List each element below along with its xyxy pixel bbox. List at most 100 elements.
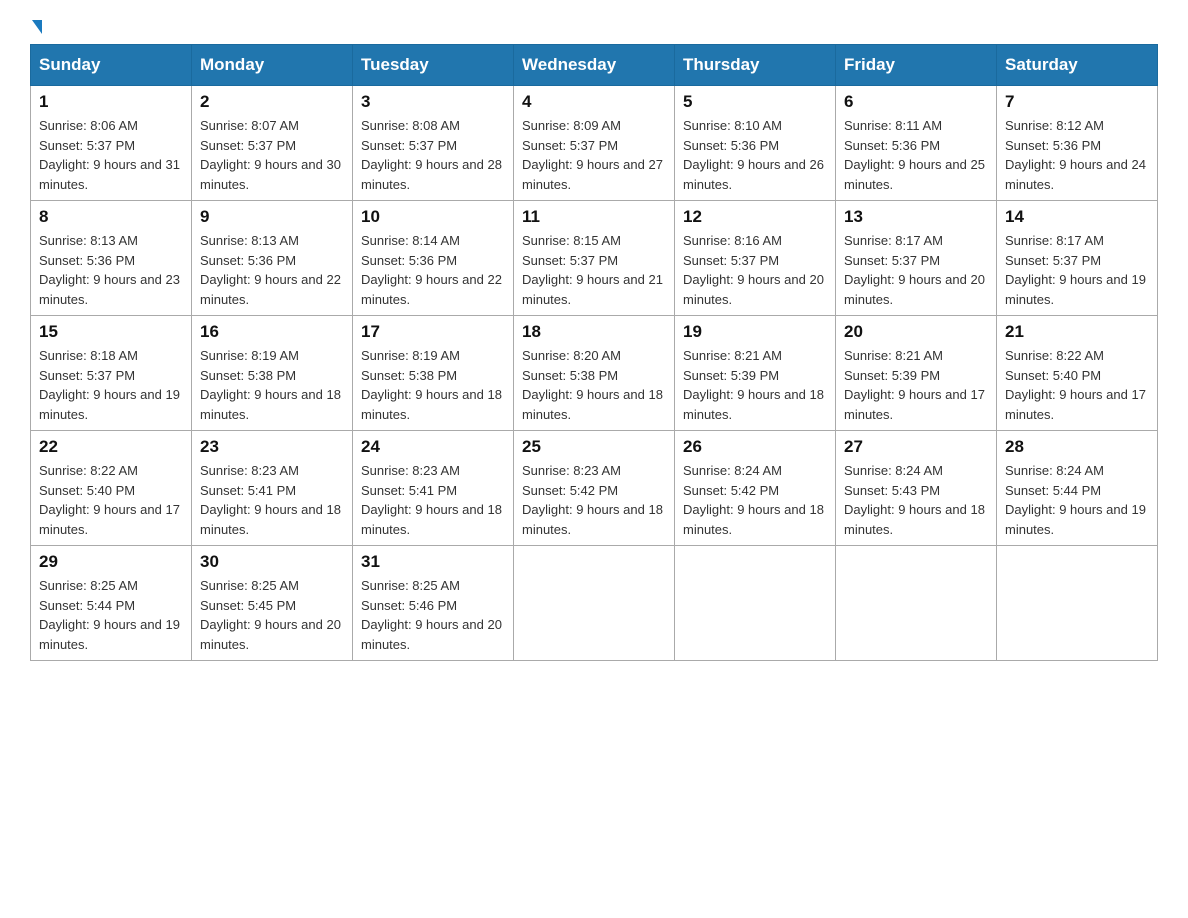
weekday-header-monday: Monday xyxy=(192,45,353,86)
day-info: Sunrise: 8:06 AMSunset: 5:37 PMDaylight:… xyxy=(39,118,180,192)
calendar-cell: 5 Sunrise: 8:10 AMSunset: 5:36 PMDayligh… xyxy=(675,86,836,201)
day-info: Sunrise: 8:17 AMSunset: 5:37 PMDaylight:… xyxy=(1005,233,1146,307)
day-number: 16 xyxy=(200,322,344,342)
day-number: 26 xyxy=(683,437,827,457)
calendar-cell xyxy=(997,546,1158,661)
day-number: 4 xyxy=(522,92,666,112)
calendar-week-4: 22 Sunrise: 8:22 AMSunset: 5:40 PMDaylig… xyxy=(31,431,1158,546)
calendar-cell xyxy=(514,546,675,661)
day-number: 29 xyxy=(39,552,183,572)
logo xyxy=(30,20,42,34)
calendar-cell: 18 Sunrise: 8:20 AMSunset: 5:38 PMDaylig… xyxy=(514,316,675,431)
day-info: Sunrise: 8:20 AMSunset: 5:38 PMDaylight:… xyxy=(522,348,663,422)
weekday-header-wednesday: Wednesday xyxy=(514,45,675,86)
day-number: 15 xyxy=(39,322,183,342)
calendar-cell: 19 Sunrise: 8:21 AMSunset: 5:39 PMDaylig… xyxy=(675,316,836,431)
calendar-cell: 2 Sunrise: 8:07 AMSunset: 5:37 PMDayligh… xyxy=(192,86,353,201)
calendar-cell: 3 Sunrise: 8:08 AMSunset: 5:37 PMDayligh… xyxy=(353,86,514,201)
day-number: 8 xyxy=(39,207,183,227)
calendar-cell: 11 Sunrise: 8:15 AMSunset: 5:37 PMDaylig… xyxy=(514,201,675,316)
day-info: Sunrise: 8:15 AMSunset: 5:37 PMDaylight:… xyxy=(522,233,663,307)
day-info: Sunrise: 8:24 AMSunset: 5:42 PMDaylight:… xyxy=(683,463,824,537)
calendar-cell: 24 Sunrise: 8:23 AMSunset: 5:41 PMDaylig… xyxy=(353,431,514,546)
calendar-week-2: 8 Sunrise: 8:13 AMSunset: 5:36 PMDayligh… xyxy=(31,201,1158,316)
day-number: 21 xyxy=(1005,322,1149,342)
day-info: Sunrise: 8:11 AMSunset: 5:36 PMDaylight:… xyxy=(844,118,985,192)
calendar-header: SundayMondayTuesdayWednesdayThursdayFrid… xyxy=(31,45,1158,86)
calendar-cell xyxy=(675,546,836,661)
calendar-cell: 23 Sunrise: 8:23 AMSunset: 5:41 PMDaylig… xyxy=(192,431,353,546)
page-header xyxy=(30,20,1158,34)
day-info: Sunrise: 8:07 AMSunset: 5:37 PMDaylight:… xyxy=(200,118,341,192)
calendar-cell: 7 Sunrise: 8:12 AMSunset: 5:36 PMDayligh… xyxy=(997,86,1158,201)
calendar-cell: 20 Sunrise: 8:21 AMSunset: 5:39 PMDaylig… xyxy=(836,316,997,431)
day-info: Sunrise: 8:12 AMSunset: 5:36 PMDaylight:… xyxy=(1005,118,1146,192)
calendar-cell: 26 Sunrise: 8:24 AMSunset: 5:42 PMDaylig… xyxy=(675,431,836,546)
day-info: Sunrise: 8:17 AMSunset: 5:37 PMDaylight:… xyxy=(844,233,985,307)
weekday-header-saturday: Saturday xyxy=(997,45,1158,86)
calendar-cell: 25 Sunrise: 8:23 AMSunset: 5:42 PMDaylig… xyxy=(514,431,675,546)
day-number: 19 xyxy=(683,322,827,342)
calendar-cell: 12 Sunrise: 8:16 AMSunset: 5:37 PMDaylig… xyxy=(675,201,836,316)
day-info: Sunrise: 8:22 AMSunset: 5:40 PMDaylight:… xyxy=(1005,348,1146,422)
calendar-cell: 17 Sunrise: 8:19 AMSunset: 5:38 PMDaylig… xyxy=(353,316,514,431)
day-number: 20 xyxy=(844,322,988,342)
weekday-header-friday: Friday xyxy=(836,45,997,86)
calendar-cell: 21 Sunrise: 8:22 AMSunset: 5:40 PMDaylig… xyxy=(997,316,1158,431)
day-number: 12 xyxy=(683,207,827,227)
calendar-table: SundayMondayTuesdayWednesdayThursdayFrid… xyxy=(30,44,1158,661)
calendar-cell: 9 Sunrise: 8:13 AMSunset: 5:36 PMDayligh… xyxy=(192,201,353,316)
day-number: 9 xyxy=(200,207,344,227)
day-info: Sunrise: 8:25 AMSunset: 5:44 PMDaylight:… xyxy=(39,578,180,652)
calendar-cell: 29 Sunrise: 8:25 AMSunset: 5:44 PMDaylig… xyxy=(31,546,192,661)
day-info: Sunrise: 8:19 AMSunset: 5:38 PMDaylight:… xyxy=(361,348,502,422)
calendar-week-3: 15 Sunrise: 8:18 AMSunset: 5:37 PMDaylig… xyxy=(31,316,1158,431)
day-info: Sunrise: 8:16 AMSunset: 5:37 PMDaylight:… xyxy=(683,233,824,307)
calendar-week-1: 1 Sunrise: 8:06 AMSunset: 5:37 PMDayligh… xyxy=(31,86,1158,201)
day-number: 28 xyxy=(1005,437,1149,457)
calendar-cell: 1 Sunrise: 8:06 AMSunset: 5:37 PMDayligh… xyxy=(31,86,192,201)
weekday-header-tuesday: Tuesday xyxy=(353,45,514,86)
calendar-cell: 6 Sunrise: 8:11 AMSunset: 5:36 PMDayligh… xyxy=(836,86,997,201)
day-number: 5 xyxy=(683,92,827,112)
day-info: Sunrise: 8:09 AMSunset: 5:37 PMDaylight:… xyxy=(522,118,663,192)
day-number: 6 xyxy=(844,92,988,112)
calendar-cell: 31 Sunrise: 8:25 AMSunset: 5:46 PMDaylig… xyxy=(353,546,514,661)
calendar-cell: 27 Sunrise: 8:24 AMSunset: 5:43 PMDaylig… xyxy=(836,431,997,546)
day-number: 27 xyxy=(844,437,988,457)
calendar-cell: 10 Sunrise: 8:14 AMSunset: 5:36 PMDaylig… xyxy=(353,201,514,316)
weekday-header-sunday: Sunday xyxy=(31,45,192,86)
calendar-cell: 22 Sunrise: 8:22 AMSunset: 5:40 PMDaylig… xyxy=(31,431,192,546)
day-info: Sunrise: 8:23 AMSunset: 5:41 PMDaylight:… xyxy=(361,463,502,537)
day-number: 24 xyxy=(361,437,505,457)
day-info: Sunrise: 8:24 AMSunset: 5:43 PMDaylight:… xyxy=(844,463,985,537)
day-info: Sunrise: 8:25 AMSunset: 5:45 PMDaylight:… xyxy=(200,578,341,652)
day-info: Sunrise: 8:25 AMSunset: 5:46 PMDaylight:… xyxy=(361,578,502,652)
logo-triangle-icon xyxy=(32,20,42,34)
calendar-cell: 13 Sunrise: 8:17 AMSunset: 5:37 PMDaylig… xyxy=(836,201,997,316)
day-number: 11 xyxy=(522,207,666,227)
day-number: 1 xyxy=(39,92,183,112)
calendar-cell: 8 Sunrise: 8:13 AMSunset: 5:36 PMDayligh… xyxy=(31,201,192,316)
calendar-cell: 30 Sunrise: 8:25 AMSunset: 5:45 PMDaylig… xyxy=(192,546,353,661)
calendar-cell: 4 Sunrise: 8:09 AMSunset: 5:37 PMDayligh… xyxy=(514,86,675,201)
day-info: Sunrise: 8:21 AMSunset: 5:39 PMDaylight:… xyxy=(844,348,985,422)
weekday-header-row: SundayMondayTuesdayWednesdayThursdayFrid… xyxy=(31,45,1158,86)
day-info: Sunrise: 8:18 AMSunset: 5:37 PMDaylight:… xyxy=(39,348,180,422)
day-info: Sunrise: 8:23 AMSunset: 5:42 PMDaylight:… xyxy=(522,463,663,537)
calendar-cell xyxy=(836,546,997,661)
calendar-cell: 28 Sunrise: 8:24 AMSunset: 5:44 PMDaylig… xyxy=(997,431,1158,546)
day-info: Sunrise: 8:19 AMSunset: 5:38 PMDaylight:… xyxy=(200,348,341,422)
day-number: 3 xyxy=(361,92,505,112)
day-number: 7 xyxy=(1005,92,1149,112)
day-number: 30 xyxy=(200,552,344,572)
day-number: 14 xyxy=(1005,207,1149,227)
day-info: Sunrise: 8:23 AMSunset: 5:41 PMDaylight:… xyxy=(200,463,341,537)
day-number: 13 xyxy=(844,207,988,227)
calendar-cell: 15 Sunrise: 8:18 AMSunset: 5:37 PMDaylig… xyxy=(31,316,192,431)
day-info: Sunrise: 8:13 AMSunset: 5:36 PMDaylight:… xyxy=(200,233,341,307)
day-number: 31 xyxy=(361,552,505,572)
calendar-cell: 16 Sunrise: 8:19 AMSunset: 5:38 PMDaylig… xyxy=(192,316,353,431)
weekday-header-thursday: Thursday xyxy=(675,45,836,86)
day-info: Sunrise: 8:10 AMSunset: 5:36 PMDaylight:… xyxy=(683,118,824,192)
